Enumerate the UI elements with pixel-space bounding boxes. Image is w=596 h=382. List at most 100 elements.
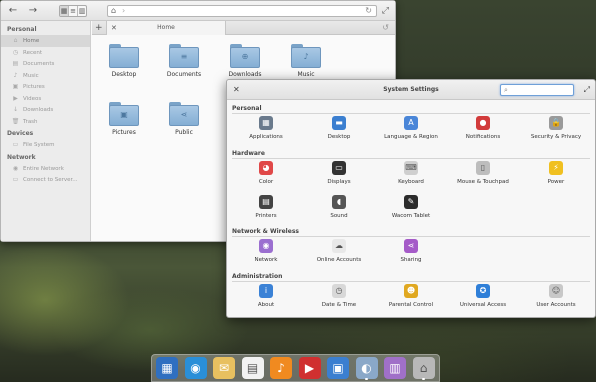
clock-icon: ◷: [12, 48, 19, 56]
web-browser-icon[interactable]: ◉: [184, 357, 207, 379]
restore-tab-icon[interactable]: ↺: [382, 22, 389, 34]
folder-icon: ⋖: [169, 102, 199, 126]
settings-plug-desktop[interactable]: ▬ Desktop: [304, 116, 374, 140]
settings-plug-online-accounts[interactable]: ☁ Online Accounts: [304, 239, 374, 263]
music-player-icon[interactable]: ♪: [270, 357, 292, 379]
photos-icon[interactable]: ▣: [327, 357, 349, 379]
settings-plug-language-region[interactable]: A Language & Region: [376, 116, 446, 140]
settings-plug-parental-control[interactable]: ☻ Parental Control: [376, 284, 446, 308]
sidebar-item-recent[interactable]: ◷ Recent: [1, 47, 90, 59]
sidebar-item-downloads[interactable]: ↓ Downloads: [1, 104, 90, 116]
system-settings-header: ✕ System Settings ⌕ ⤢: [227, 80, 595, 100]
sidebar-item-music[interactable]: ♪ Music: [1, 70, 90, 82]
app-center-icon[interactable]: ▥: [384, 357, 406, 379]
settings-plug-label: Keyboard: [398, 179, 424, 185]
settings-plug-label: Notifications: [465, 134, 501, 140]
folder-item[interactable]: Desktop: [94, 44, 154, 78]
maximize-icon[interactable]: ⤢: [382, 5, 389, 17]
settings-plug-printers[interactable]: ▤ Printers: [231, 195, 301, 219]
settings-plug-power[interactable]: ⚡ Power: [521, 161, 591, 185]
desktop-icon: ▬: [332, 116, 346, 130]
settings-plug-universal-access[interactable]: ✪ Universal Access: [448, 284, 518, 308]
search-input[interactable]: [512, 86, 570, 94]
icon-view-button[interactable]: ▦: [60, 6, 69, 16]
settings-plug-label: Displays: [327, 179, 351, 185]
refresh-icon[interactable]: ↻: [365, 6, 372, 16]
music-icon: ♪: [13, 71, 18, 79]
folder-item[interactable]: ≡ Documents: [154, 44, 214, 78]
sidebar-item-label: File System: [23, 142, 55, 148]
settings-switch-icon[interactable]: ◐: [355, 357, 378, 379]
displays-icon: ▭: [332, 161, 346, 175]
search-field[interactable]: ⌕: [500, 84, 574, 96]
settings-plug-user-accounts[interactable]: ☺ User Accounts: [521, 284, 591, 308]
sidebar-item-trash[interactable]: 🗑 Trash: [1, 116, 90, 128]
tab-home[interactable]: ✕ Home: [106, 21, 226, 35]
folder-icon: ▣: [109, 102, 139, 126]
settings-plug-keyboard[interactable]: ⌨ Keyboard: [376, 161, 446, 185]
applications-icon: ▦: [259, 116, 273, 130]
tab-label: Home: [157, 24, 175, 31]
settings-plug-security-privacy[interactable]: 🔒 Security & Privacy: [521, 116, 591, 140]
sidebar-item-connect-to-server[interactable]: ▭ Connect to Server...: [1, 174, 90, 186]
sidebar-item-videos[interactable]: ▶ Videos: [1, 93, 90, 105]
settings-plug-network[interactable]: ◉ Network: [231, 239, 301, 263]
settings-plug-date-time[interactable]: ◷ Date & Time: [304, 284, 374, 308]
column-view-button[interactable]: ▥: [78, 6, 86, 16]
settings-plug-notifications[interactable]: ● Notifications: [448, 116, 518, 140]
settings-plug-label: Wacom Tablet: [391, 213, 431, 219]
new-tab-button[interactable]: +: [95, 22, 103, 34]
settings-plug-wacom-tablet[interactable]: ✎ Wacom Tablet: [376, 195, 446, 219]
settings-plug-mouse-touchpad[interactable]: ▯ Mouse & Touchpad: [448, 161, 518, 185]
videos-icon[interactable]: ▶: [298, 357, 321, 379]
folder-label: Desktop: [111, 71, 137, 78]
power-icon: ⚡: [549, 161, 563, 175]
network-icon: ◉: [12, 164, 19, 172]
sidebar-section-title: Network: [7, 153, 36, 161]
clock-icon: ◷: [332, 284, 346, 298]
settings-plug-label: Printers: [255, 213, 277, 219]
location-bar[interactable]: ⌂ › ↻: [107, 5, 377, 17]
sidebar-item-label: Music: [23, 72, 39, 79]
sidebar-item-pictures[interactable]: ▣ Pictures: [1, 81, 90, 93]
printer-icon: ▤: [259, 195, 273, 209]
settings-plug-label: Universal Access: [459, 302, 507, 308]
settings-plug-label: Desktop: [327, 134, 351, 140]
settings-plug-about[interactable]: i About: [231, 284, 301, 308]
sidebar-item-entire-network[interactable]: ◉ Entire Network: [1, 163, 90, 175]
files-icon[interactable]: ⌂: [412, 357, 435, 379]
settings-plug-label: Date & Time: [321, 302, 357, 308]
home-icon[interactable]: ⌂: [111, 6, 116, 16]
folder-item[interactable]: ⋖ Public: [154, 102, 214, 136]
folder-item[interactable]: ♪ Music: [276, 44, 336, 78]
settings-plug-applications[interactable]: ▦ Applications: [231, 116, 301, 140]
settings-plug-sharing[interactable]: ⋖ Sharing: [376, 239, 446, 263]
sidebar-section-title: Personal: [7, 26, 37, 33]
sidebar-item-label: Home: [23, 38, 40, 44]
settings-plug-sound[interactable]: ◖ Sound: [304, 195, 374, 219]
back-arrow-icon[interactable]: ←: [7, 5, 19, 17]
maximize-icon[interactable]: ⤢: [584, 80, 590, 100]
sidebar-item-home[interactable]: ⌂ Home: [1, 35, 90, 47]
settings-plug-displays[interactable]: ▭ Displays: [304, 161, 374, 185]
sidebar-item-documents[interactable]: ▤ Documents: [1, 58, 90, 70]
language-icon: A: [404, 116, 418, 130]
folder-item[interactable]: ⊕ Downloads: [215, 44, 275, 78]
settings-plug-label: Network: [254, 257, 278, 263]
category-heading: Network & Wireless: [232, 228, 590, 237]
folder-emblem: ⋖: [180, 110, 188, 119]
file-manager-toolbar: ← → ▦ ≡ ▥ ⌂ › ↻ ⤢: [1, 1, 395, 21]
settings-plug-label: Power: [547, 179, 565, 185]
folder-item[interactable]: ▣ Pictures: [94, 102, 154, 136]
calendar-icon[interactable]: ▤: [241, 357, 264, 379]
multitasking-view-icon[interactable]: ▦: [156, 357, 178, 379]
list-view-button[interactable]: ≡: [69, 6, 78, 16]
sidebar-item-file-system[interactable]: ▭ File System: [1, 139, 90, 151]
mail-icon[interactable]: ✉: [213, 357, 235, 379]
about-icon: i: [259, 284, 273, 298]
settings-plug-label: Online Accounts: [316, 257, 362, 263]
settings-plug-color[interactable]: ◕ Color: [231, 161, 301, 185]
folder-emblem: ♪: [303, 52, 309, 61]
sound-icon: ◖: [332, 195, 346, 209]
forward-arrow-icon[interactable]: →: [27, 5, 39, 17]
